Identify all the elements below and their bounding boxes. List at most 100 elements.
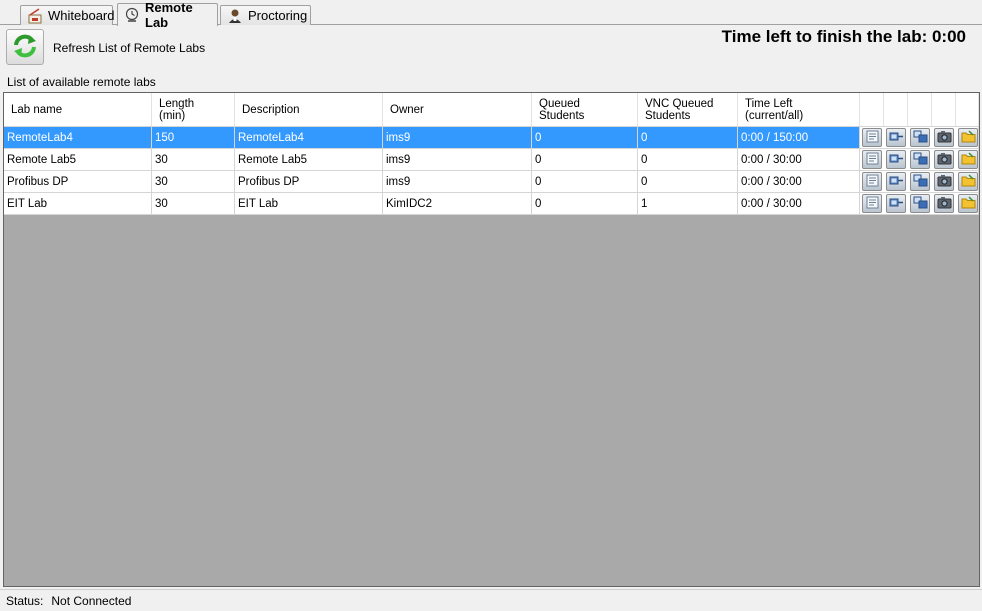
connect-button[interactable] <box>886 194 906 213</box>
cell-description[interactable]: EIT Lab <box>235 193 383 215</box>
vnc-connect-icon <box>913 152 928 168</box>
folder-icon <box>961 129 976 146</box>
cell-time-left[interactable]: 0:00 / 150:00 <box>738 127 860 149</box>
camera-icon <box>937 196 952 212</box>
vnc-connect-button[interactable] <box>910 128 930 147</box>
connect-icon <box>889 196 904 212</box>
refresh-icon <box>11 32 39 63</box>
tab-strip: Whiteboard Remote Lab Proctoring <box>0 0 982 30</box>
column-header-lab-name[interactable]: Lab name <box>4 93 152 126</box>
cell-owner[interactable]: KimIDC2 <box>383 193 532 215</box>
document-icon <box>865 152 880 168</box>
cell-queued-students[interactable]: 0 <box>532 127 638 149</box>
folder-button[interactable] <box>958 150 978 169</box>
column-header-description[interactable]: Description <box>235 93 383 126</box>
cell-description[interactable]: Profibus DP <box>235 171 383 193</box>
vnc-connect-icon <box>913 196 928 212</box>
tab-label: Proctoring <box>248 8 308 23</box>
column-header-queued-students[interactable]: Queued Students <box>532 93 638 126</box>
column-header-length[interactable]: Length (min) <box>152 93 235 126</box>
cell-description[interactable]: Remote Lab5 <box>235 149 383 171</box>
cell-length[interactable]: 30 <box>152 193 235 215</box>
cell-vnc-queued-students[interactable]: 1 <box>638 193 738 215</box>
column-header-action-3 <box>908 93 932 126</box>
cell-length[interactable]: 150 <box>152 127 235 149</box>
column-header-action-5 <box>956 93 979 126</box>
remote-labs-grid[interactable]: Lab name Length (min) Description Owner Q… <box>3 92 980 587</box>
camera-button[interactable] <box>934 194 954 213</box>
vnc-connect-button[interactable] <box>910 172 930 191</box>
list-title: List of available remote labs <box>7 75 156 89</box>
document-icon <box>865 130 880 146</box>
remote-lab-icon <box>124 7 140 23</box>
connect-icon <box>889 152 904 168</box>
whiteboard-icon <box>27 7 43 24</box>
connect-button[interactable] <box>886 172 906 191</box>
connect-icon <box>889 130 904 146</box>
vnc-connect-button[interactable] <box>910 194 930 213</box>
table-row[interactable]: EIT Lab 30 EIT Lab KimIDC2 0 1 0:00 / 30:00 <box>4 193 979 215</box>
tab-proctoring[interactable]: Proctoring <box>220 5 311 25</box>
cell-queued-students[interactable]: 0 <box>532 171 638 193</box>
folder-button[interactable] <box>958 172 978 191</box>
folder-icon <box>961 195 976 212</box>
document-button[interactable] <box>862 172 882 191</box>
cell-owner[interactable]: ims9 <box>383 127 532 149</box>
camera-icon <box>937 152 952 168</box>
column-header-time-left[interactable]: Time Left (current/all) <box>738 93 860 126</box>
vnc-connect-button[interactable] <box>910 150 930 169</box>
cell-description[interactable]: RemoteLab4 <box>235 127 383 149</box>
connect-button[interactable] <box>886 128 906 147</box>
refresh-label: Refresh List of Remote Labs <box>53 41 206 55</box>
connect-icon <box>889 174 904 190</box>
camera-icon <box>937 130 952 146</box>
cell-time-left[interactable]: 0:00 / 30:00 <box>738 149 860 171</box>
cell-vnc-queued-students[interactable]: 0 <box>638 149 738 171</box>
cell-lab-name[interactable]: Profibus DP <box>4 171 152 193</box>
camera-button[interactable] <box>934 150 954 169</box>
tab-remote-lab[interactable]: Remote Lab <box>117 0 218 30</box>
connect-button[interactable] <box>886 150 906 169</box>
camera-icon <box>937 174 952 190</box>
table-row[interactable]: Profibus DP 30 Profibus DP ims9 0 0 0:00 / 30:… <box>4 171 979 193</box>
column-header-action-2 <box>884 93 908 126</box>
lab-timer: Time left to finish the lab: 0:00 <box>721 27 966 46</box>
folder-icon <box>961 151 976 168</box>
tab-label: Remote Lab <box>145 0 193 30</box>
column-header-vnc-queued-students[interactable]: VNC Queued Students <box>638 93 738 126</box>
column-header-owner[interactable]: Owner <box>383 93 532 126</box>
table-row[interactable]: RemoteLab4 150 RemoteLab4 ims9 0 0 0:00 / 150:… <box>4 127 979 149</box>
document-button[interactable] <box>862 194 882 213</box>
proctoring-icon <box>227 8 243 24</box>
cell-lab-name[interactable]: RemoteLab4 <box>4 127 152 149</box>
cell-lab-name[interactable]: EIT Lab <box>4 193 152 215</box>
folder-button[interactable] <box>958 194 978 213</box>
cell-vnc-queued-students[interactable]: 0 <box>638 171 738 193</box>
camera-button[interactable] <box>934 172 954 191</box>
cell-queued-students[interactable]: 0 <box>532 149 638 171</box>
cell-vnc-queued-students[interactable]: 0 <box>638 127 738 149</box>
tab-label: Whiteboard <box>48 8 115 23</box>
folder-button[interactable] <box>958 128 978 147</box>
refresh-button[interactable] <box>6 29 44 65</box>
grid-header: Lab name Length (min) Description Owner Q… <box>4 93 979 127</box>
cell-owner[interactable]: ims9 <box>383 149 532 171</box>
cell-time-left[interactable]: 0:00 / 30:00 <box>738 171 860 193</box>
table-row[interactable]: Remote Lab5 30 Remote Lab5 ims9 0 0 0:00 / 30:… <box>4 149 979 171</box>
cell-lab-name[interactable]: Remote Lab5 <box>4 149 152 171</box>
folder-icon <box>961 173 976 190</box>
camera-button[interactable] <box>934 128 954 147</box>
cell-owner[interactable]: ims9 <box>383 171 532 193</box>
cell-length[interactable]: 30 <box>152 149 235 171</box>
vnc-connect-icon <box>913 130 928 146</box>
status-label: Status: <box>6 593 44 608</box>
cell-length[interactable]: 30 <box>152 171 235 193</box>
column-header-action-1 <box>860 93 884 126</box>
document-icon <box>865 196 880 212</box>
cell-queued-students[interactable]: 0 <box>532 193 638 215</box>
vnc-connect-icon <box>913 174 928 190</box>
document-button[interactable] <box>862 128 882 147</box>
tab-whiteboard[interactable]: Whiteboard <box>20 5 115 25</box>
cell-time-left[interactable]: 0:00 / 30:00 <box>738 193 860 215</box>
document-button[interactable] <box>862 150 882 169</box>
